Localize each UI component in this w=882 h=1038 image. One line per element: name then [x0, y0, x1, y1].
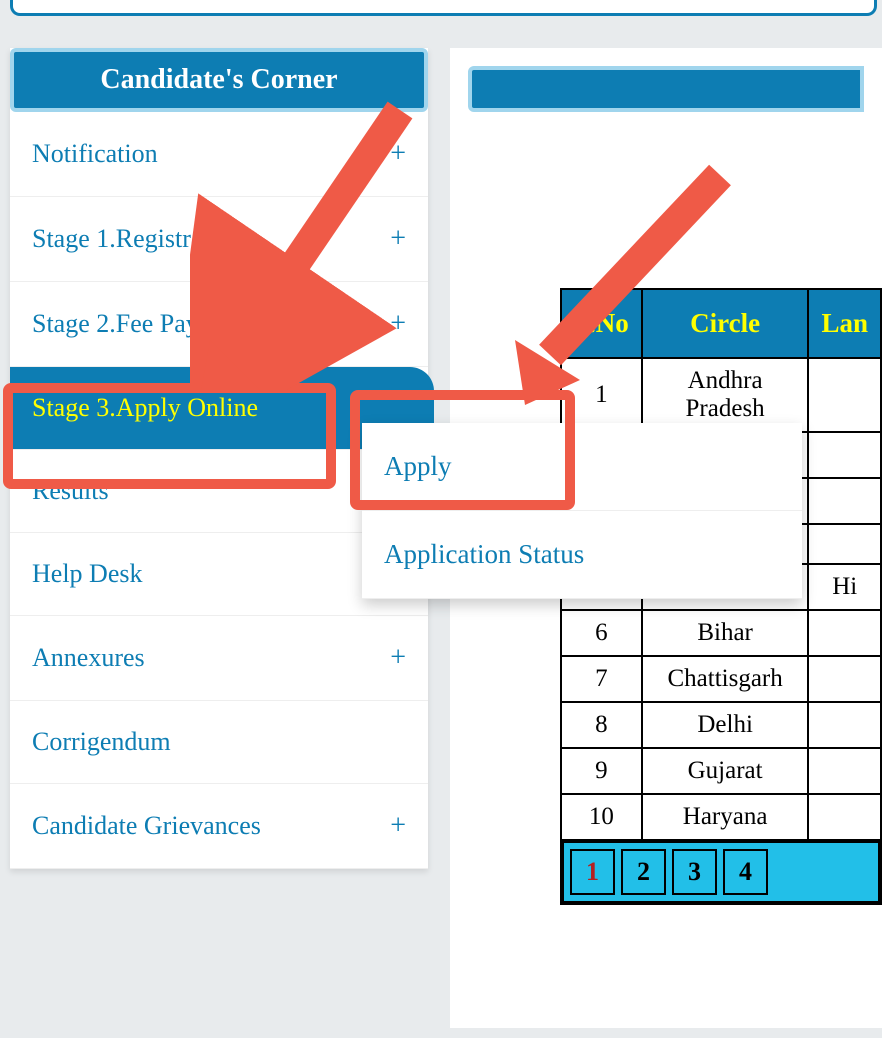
plus-icon: +: [390, 223, 406, 255]
sidebar-item-label: Candidate Grievances: [32, 811, 261, 841]
table-row: 7 Chattisgarh: [561, 656, 881, 702]
page-4-button[interactable]: 4: [723, 849, 768, 895]
table-row: 10 Haryana: [561, 794, 881, 840]
cell-lan: [808, 524, 881, 564]
table-row: 1 Andhra Pradesh: [561, 358, 881, 432]
sidebar-item-label: Notification: [32, 139, 158, 169]
cell-lan: [808, 702, 881, 748]
sidebar-item-label: Help Desk: [32, 559, 142, 589]
sidebar-item-candidate-grievances[interactable]: Candidate Grievances +: [10, 784, 428, 869]
top-banner-strip: [10, 0, 877, 16]
cell-circle: Andhra Pradesh: [642, 358, 809, 432]
cell-sno: 7: [561, 656, 642, 702]
cell-lan: [808, 432, 881, 478]
plus-icon: +: [390, 642, 406, 674]
cell-sno: 10: [561, 794, 642, 840]
cell-lan: [808, 794, 881, 840]
sidebar-item-label: Stage 1.Registration: [32, 224, 243, 254]
sidebar-item-label: Corrigendum: [32, 727, 171, 757]
cell-sno: 1: [561, 358, 642, 432]
cell-sno: 6: [561, 610, 642, 656]
submenu-item-application-status[interactable]: Application Status: [362, 511, 802, 599]
sidebar-title: Candidate's Corner: [10, 48, 428, 112]
sidebar-item-annexures[interactable]: Annexures +: [10, 616, 428, 701]
sidebar-item-label: Stage 2.Fee Payment: [32, 309, 251, 339]
sidebar-item-label: Results: [32, 476, 109, 506]
sidebar-item-stage1-registration[interactable]: Stage 1.Registration +: [10, 197, 428, 282]
cell-lan: [808, 610, 881, 656]
table-row: 9 Gujarat: [561, 748, 881, 794]
cell-circle: Haryana: [642, 794, 809, 840]
cell-circle: Delhi: [642, 702, 809, 748]
table-header-row: S.No Circle Lan: [561, 289, 881, 358]
cell-lan: [808, 748, 881, 794]
page-2-button[interactable]: 2: [621, 849, 666, 895]
cell-circle: Bihar: [642, 610, 809, 656]
page-3-button[interactable]: 3: [672, 849, 717, 895]
cell-sno: 9: [561, 748, 642, 794]
submenu-item-apply[interactable]: Apply: [362, 423, 802, 511]
pagination: 1 2 3 4: [562, 841, 880, 903]
cell-circle: Chattisgarh: [642, 656, 809, 702]
col-sno: S.No: [561, 289, 642, 358]
plus-icon: +: [390, 308, 406, 340]
plus-icon: +: [390, 138, 406, 170]
apply-online-submenu: Apply Application Status: [362, 423, 802, 599]
cell-lan: [808, 478, 881, 524]
sidebar-item-notification[interactable]: Notification +: [10, 112, 428, 197]
sidebar-item-stage2-fee-payment[interactable]: Stage 2.Fee Payment +: [10, 282, 428, 367]
cell-lan: Hi: [808, 564, 881, 610]
page-1-button[interactable]: 1: [570, 849, 615, 895]
sidebar-item-corrigendum[interactable]: Corrigendum: [10, 701, 428, 784]
main-header-strip: [468, 66, 864, 112]
cell-lan: [808, 656, 881, 702]
cell-lan: [808, 358, 881, 432]
cell-sno: 8: [561, 702, 642, 748]
cell-circle: Gujarat: [642, 748, 809, 794]
col-lan: Lan: [808, 289, 881, 358]
col-circle: Circle: [642, 289, 809, 358]
table-row: 8 Delhi: [561, 702, 881, 748]
sidebar-item-label: Stage 3.Apply Online: [32, 393, 258, 423]
table-row: 6 Bihar: [561, 610, 881, 656]
plus-icon: +: [390, 810, 406, 842]
sidebar-item-label: Annexures: [32, 643, 145, 673]
